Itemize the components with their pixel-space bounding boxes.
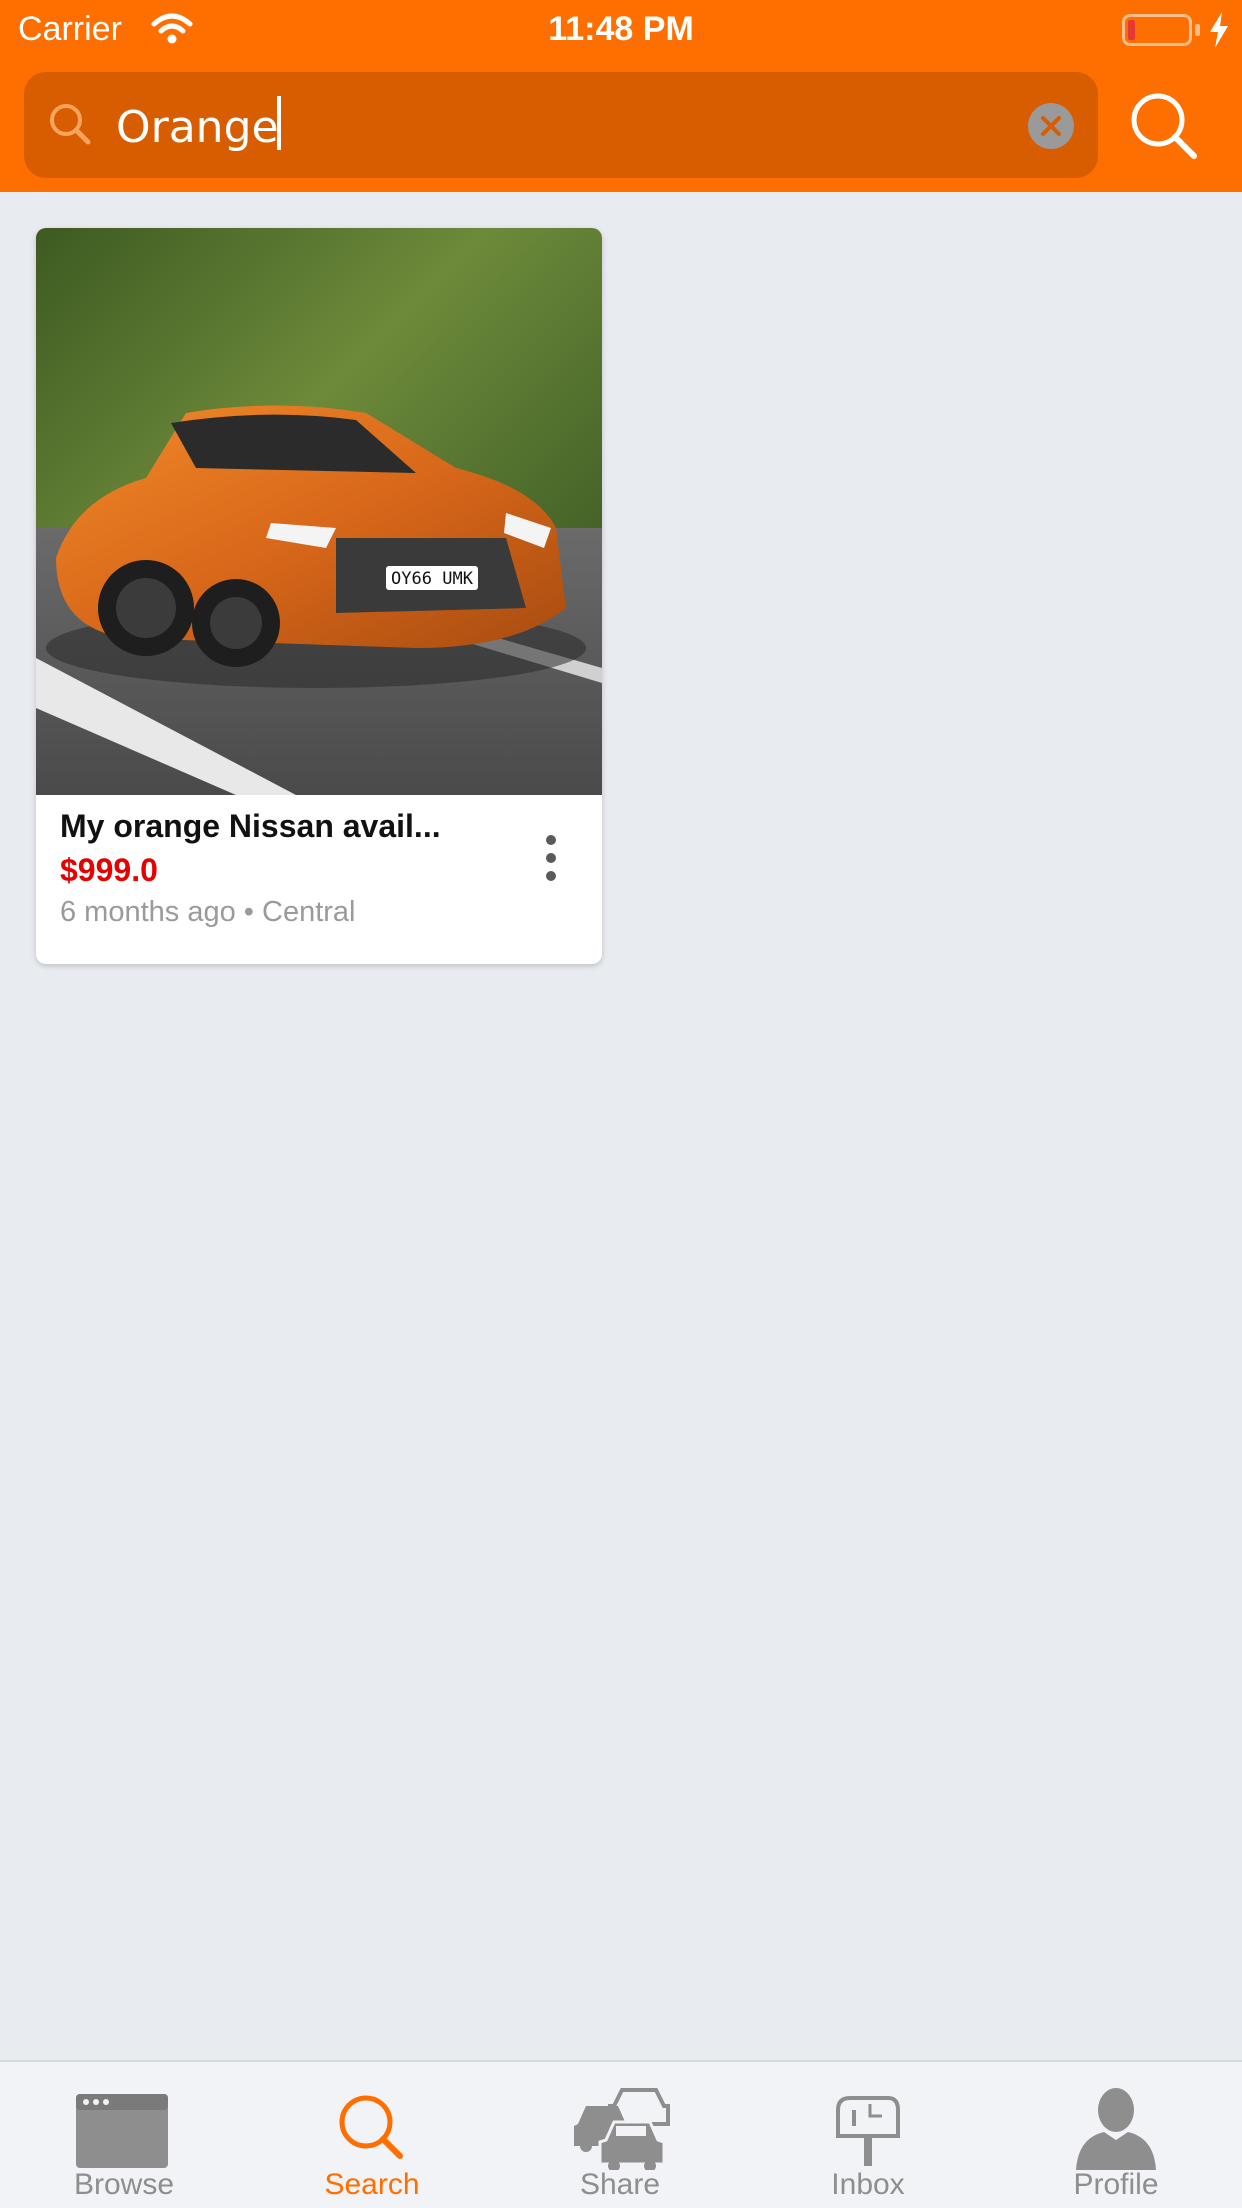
browser-window-icon <box>76 2094 168 2168</box>
battery-tip <box>1195 24 1200 36</box>
tab-inbox[interactable]: Inbox <box>744 2062 992 2208</box>
listing-card[interactable]: OY66 UMK My orange Nissan avail... $999.… <box>36 228 602 964</box>
clock: 11:48 PM <box>548 10 694 48</box>
more-options-icon[interactable] <box>536 828 566 888</box>
listing-title: My orange Nissan avail... <box>60 808 441 844</box>
tab-share[interactable]: Share <box>496 2062 744 2208</box>
tab-label: Inbox <box>831 2168 905 2201</box>
tab-browse[interactable]: Browse <box>0 2062 248 2208</box>
charging-bolt-icon <box>1210 12 1228 48</box>
listing-age: 6 months ago <box>60 896 236 928</box>
listing-photo: OY66 UMK <box>36 228 602 795</box>
search-query-text: Orange <box>116 102 279 153</box>
tab-bar: Browse Search Share Inbox Profile <box>0 2060 1242 2208</box>
svg-text:OY66 UMK: OY66 UMK <box>391 569 474 589</box>
listing-price: $999.0 <box>60 852 158 888</box>
listing-meta: 6 months ago • Central <box>60 896 356 929</box>
tab-label: Share <box>579 2168 661 2201</box>
mailbox-icon <box>836 2096 900 2166</box>
clear-search-button[interactable] <box>1028 103 1074 149</box>
tab-search[interactable]: Search <box>248 2062 496 2208</box>
search-icon <box>339 2095 403 2159</box>
status-bar: Carrier 11:48 PM <box>0 0 1242 64</box>
search-submit-button[interactable] <box>1126 88 1202 164</box>
battery-icon <box>1122 14 1192 46</box>
cars-icon <box>574 2088 670 2170</box>
meta-separator: • <box>243 896 254 928</box>
tab-label: Search <box>324 2168 420 2201</box>
close-icon <box>1041 116 1061 136</box>
search-field[interactable]: Orange <box>24 72 1098 178</box>
listing-location: Central <box>262 896 356 928</box>
search-icon <box>50 104 91 145</box>
search-input[interactable]: Orange <box>116 96 281 153</box>
top-bar: Carrier 11:48 PM Orange <box>0 0 1242 192</box>
tab-label: Profile <box>1073 2168 1159 2201</box>
tab-profile[interactable]: Profile <box>992 2062 1240 2208</box>
tab-label: Browse <box>73 2168 175 2201</box>
person-icon <box>1076 2088 1156 2170</box>
text-cursor <box>276 96 281 150</box>
